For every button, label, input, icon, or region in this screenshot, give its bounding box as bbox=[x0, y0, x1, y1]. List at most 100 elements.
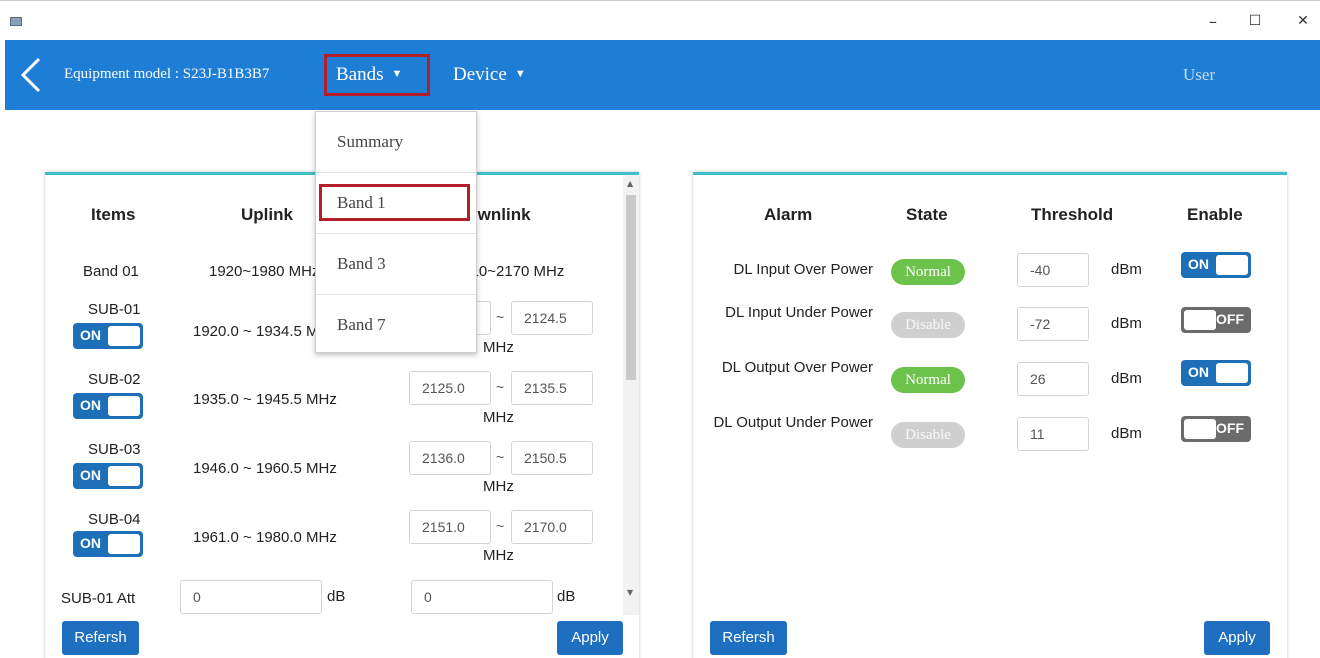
vertical-scrollbar[interactable]: ▲ ▼ bbox=[623, 175, 639, 615]
device-menu[interactable]: Device ▼ bbox=[453, 64, 526, 86]
toggle-knob bbox=[108, 326, 140, 346]
state-badge: Disable bbox=[891, 312, 965, 338]
sub-name: SUB-01 bbox=[88, 301, 141, 318]
toggle-label: ON bbox=[1188, 256, 1209, 272]
app-window: – ☐ ✕ Equipment model : S23J-B1B3B7 Band… bbox=[0, 0, 1320, 658]
threshold-unit: dBm bbox=[1111, 315, 1142, 332]
scroll-thumb[interactable] bbox=[626, 195, 636, 380]
range-tilde: ~ bbox=[496, 309, 505, 325]
enable-toggle[interactable]: OFF bbox=[1181, 416, 1251, 442]
uplink-att-input[interactable]: 0 bbox=[180, 580, 322, 614]
toggle-label: ON bbox=[80, 397, 101, 413]
range-tilde: ~ bbox=[496, 449, 505, 465]
toggle-knob bbox=[108, 396, 140, 416]
alarm-header: Alarm bbox=[764, 205, 813, 224]
app-header: Equipment model : S23J-B1B3B7 Bands ▼ Dev… bbox=[5, 40, 1320, 110]
caret-down-icon: ▼ bbox=[514, 68, 526, 80]
dropdown-item-summary[interactable]: Summary bbox=[316, 112, 476, 173]
sub-dl-unit: MHz bbox=[483, 478, 514, 495]
caret-down-icon: ▼ bbox=[391, 68, 403, 80]
range-tilde: ~ bbox=[496, 379, 505, 395]
sub-dl-end-input[interactable]: 2170.0 bbox=[511, 510, 593, 544]
bands-menu[interactable]: Bands ▼ bbox=[336, 64, 402, 86]
toggle-label: ON bbox=[1188, 364, 1209, 380]
toggle-knob bbox=[108, 534, 140, 554]
threshold-unit: dBm bbox=[1111, 425, 1142, 442]
sub-dl-end-input[interactable]: 2150.5 bbox=[511, 441, 593, 475]
sub-toggle[interactable]: ON bbox=[73, 531, 143, 557]
sub-name: SUB-03 bbox=[88, 441, 141, 458]
dropdown-item-label: Band 3 bbox=[337, 254, 386, 273]
dropdown-item-band-3[interactable]: Band 3 bbox=[316, 234, 476, 295]
uplink-att-unit: dB bbox=[327, 588, 346, 605]
minimize-button[interactable]: – bbox=[1198, 7, 1228, 35]
items-header: Items bbox=[91, 205, 136, 224]
enable-header: Enable bbox=[1187, 205, 1243, 224]
threshold-input[interactable]: 11 bbox=[1017, 417, 1089, 451]
enable-toggle[interactable]: ON bbox=[1181, 252, 1251, 278]
state-badge: Normal bbox=[891, 367, 965, 393]
downlink-att-unit: dB bbox=[557, 588, 576, 605]
alarm-name: DL Output Under Power bbox=[713, 414, 873, 431]
toggle-label: ON bbox=[80, 535, 101, 551]
close-button[interactable]: ✕ bbox=[1288, 7, 1318, 35]
maximize-button[interactable]: ☐ bbox=[1240, 7, 1270, 35]
alarm-name: DL Output Over Power bbox=[721, 359, 873, 376]
device-menu-label: Device bbox=[453, 64, 507, 85]
threshold-input[interactable]: -72 bbox=[1017, 307, 1089, 341]
dropdown-item-band-7[interactable]: Band 7 bbox=[316, 295, 476, 356]
threshold-unit: dBm bbox=[1111, 370, 1142, 387]
scroll-up-icon[interactable]: ▲ bbox=[627, 179, 633, 188]
toggle-knob bbox=[108, 466, 140, 486]
sub-dl-start-input[interactable]: 2125.0 bbox=[409, 371, 491, 405]
sub-dl-start-input[interactable]: 2151.0 bbox=[409, 510, 491, 544]
sub-toggle[interactable]: ON bbox=[73, 323, 143, 349]
equipment-model-label: Equipment model : S23J-B1B3B7 bbox=[64, 66, 270, 82]
apply-button[interactable]: Apply bbox=[557, 621, 623, 655]
sub-dl-start-input[interactable]: 2136.0 bbox=[409, 441, 491, 475]
sub-uplink-range: 1935.0 ~ 1945.5 MHz bbox=[193, 391, 337, 408]
enable-toggle[interactable]: ON bbox=[1181, 360, 1251, 386]
state-header: State bbox=[906, 205, 948, 224]
alarm-name: DL Input Over Power bbox=[733, 261, 873, 278]
toggle-knob bbox=[1184, 310, 1216, 330]
back-arrow-icon[interactable] bbox=[17, 56, 47, 94]
apply-button[interactable]: Apply bbox=[1204, 621, 1270, 655]
dropdown-item-label: Band 7 bbox=[337, 315, 386, 334]
sub-toggle[interactable]: ON bbox=[73, 393, 143, 419]
sub-name: SUB-02 bbox=[88, 371, 141, 388]
sub-uplink-range: 1946.0 ~ 1960.5 MHz bbox=[193, 460, 337, 477]
threshold-input[interactable]: 26 bbox=[1017, 362, 1089, 396]
range-tilde: ~ bbox=[496, 518, 505, 534]
sub-dl-unit: MHz bbox=[483, 409, 514, 426]
alarm-panel: Alarm State Threshold Enable DL Input Ov… bbox=[693, 172, 1287, 658]
band-name: Band 01 bbox=[83, 263, 139, 280]
toggle-label: OFF bbox=[1216, 311, 1244, 327]
sub-dl-unit: MHz bbox=[483, 547, 514, 564]
sub-dl-end-input[interactable]: 2135.5 bbox=[511, 371, 593, 405]
bands-dropdown: Summary Band 1 Band 3 Band 7 bbox=[315, 111, 477, 353]
toggle-label: ON bbox=[80, 467, 101, 483]
state-badge: Disable bbox=[891, 422, 965, 448]
toggle-label: OFF bbox=[1216, 420, 1244, 436]
toggle-knob bbox=[1184, 419, 1216, 439]
downlink-att-input[interactable]: 0 bbox=[411, 580, 553, 614]
refresh-button[interactable]: Refersh bbox=[62, 621, 139, 655]
app-icon bbox=[10, 17, 22, 26]
bands-menu-label: Bands bbox=[336, 64, 384, 85]
scroll-down-icon[interactable]: ▼ bbox=[627, 588, 633, 597]
enable-toggle[interactable]: OFF bbox=[1181, 307, 1251, 333]
threshold-header: Threshold bbox=[1031, 205, 1114, 224]
refresh-button[interactable]: Refersh bbox=[710, 621, 787, 655]
sub-dl-end-input[interactable]: 2124.5 bbox=[511, 301, 593, 335]
state-badge: Normal bbox=[891, 259, 965, 285]
sub-name: SUB-04 bbox=[88, 511, 141, 528]
sub-dl-unit: MHz bbox=[483, 339, 514, 356]
threshold-unit: dBm bbox=[1111, 261, 1142, 278]
uplink-header: Uplink bbox=[241, 205, 293, 224]
user-label[interactable]: User bbox=[1183, 65, 1215, 85]
sub-toggle[interactable]: ON bbox=[73, 463, 143, 489]
band-1-highlight bbox=[319, 184, 470, 221]
threshold-input[interactable]: -40 bbox=[1017, 253, 1089, 287]
alarm-name: DL Input Under Power bbox=[725, 304, 873, 321]
